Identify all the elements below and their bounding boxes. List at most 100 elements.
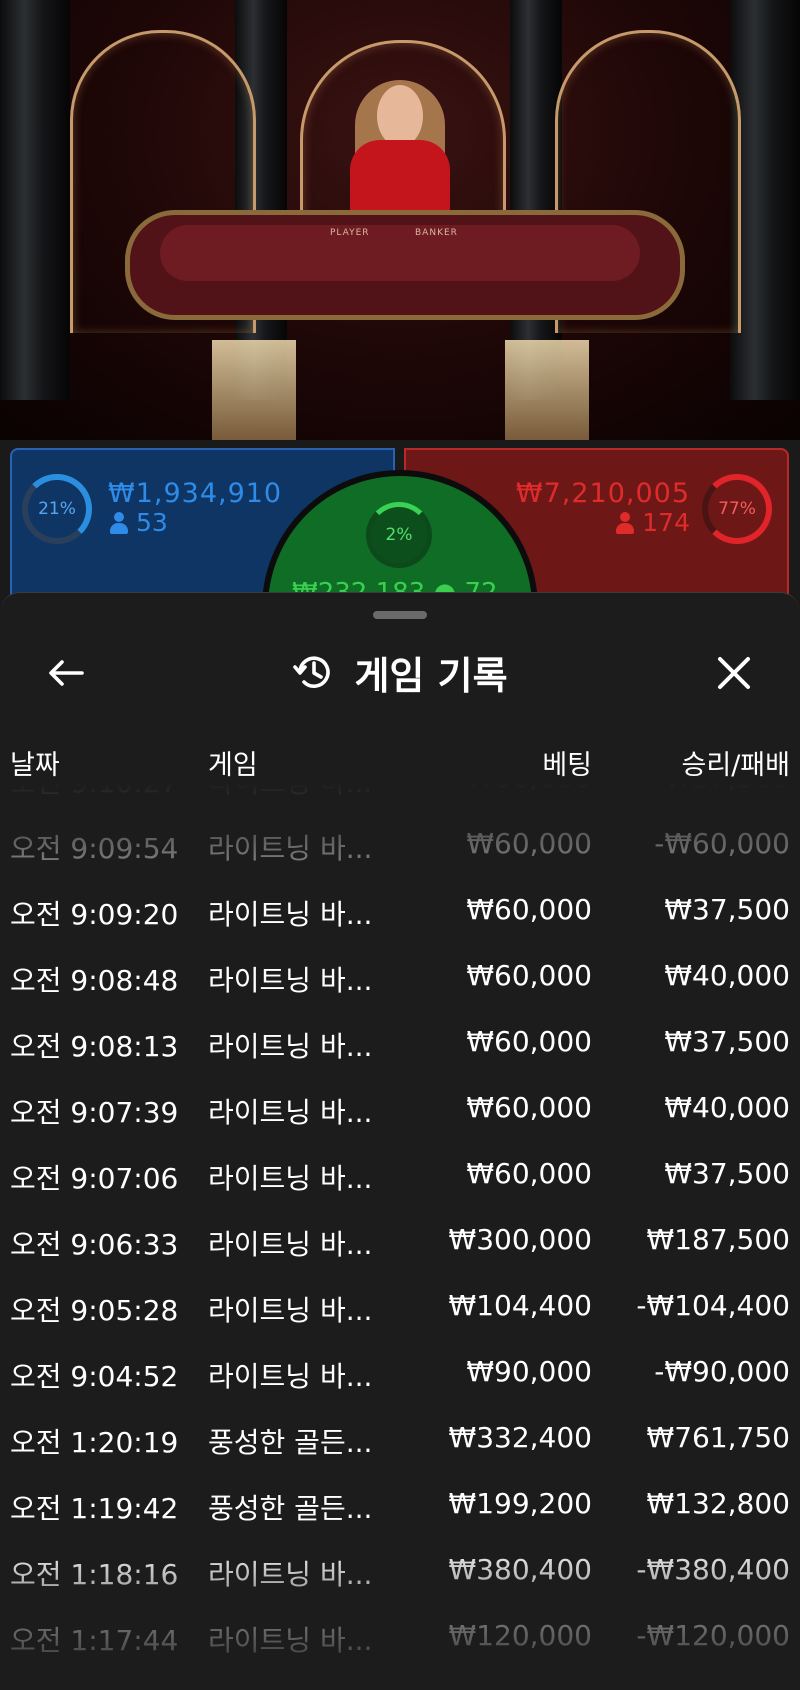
- row-date: 오전 1:19:42: [10, 1492, 179, 1525]
- row-bet: ₩90,000: [466, 1355, 592, 1388]
- column-header-game: 게임: [208, 750, 258, 781]
- row-bet: ₩60,000: [466, 1025, 592, 1058]
- person-icon: [616, 511, 635, 534]
- row-result: -₩90,000: [654, 1355, 790, 1388]
- row-result: ₩132,800: [646, 1487, 790, 1520]
- row-date: 오전 9:08:13: [10, 1030, 179, 1063]
- row-game: 풍성한 골든...: [208, 1426, 373, 1459]
- row-date: 오전 9:05:28: [10, 1294, 179, 1327]
- history-row[interactable]: 오전 9:04:52 라이트닝 바... ₩90,000 -₩90,000: [0, 1341, 800, 1407]
- row-result: ₩37,500: [664, 893, 790, 926]
- row-game: 라이트닝 바...: [208, 1360, 373, 1393]
- row-date: 오전 9:06:33: [10, 1228, 179, 1261]
- history-row[interactable]: 오전 9:07:06 라이트닝 바... ₩60,000 ₩37,500: [0, 1143, 800, 1209]
- history-clock-icon: [293, 656, 331, 688]
- row-result: ₩40,000: [664, 959, 790, 992]
- row-bet: ₩120,000: [448, 1619, 592, 1652]
- row-bet: ₩380,400: [448, 1553, 592, 1586]
- pillar-left-outer: [0, 0, 70, 400]
- history-row[interactable]: 오전 9:08:13 라이트닝 바... ₩60,000 ₩37,500: [0, 1011, 800, 1077]
- banker-count-value: 174: [642, 508, 690, 537]
- column-header-bet: 베팅: [542, 750, 592, 781]
- history-row[interactable]: 오전 1:19:42 풍성한 골든... ₩199,200 ₩132,800: [0, 1473, 800, 1539]
- history-row[interactable]: 오전 9:07:39 라이트닝 바... ₩60,000 ₩40,000: [0, 1077, 800, 1143]
- banker-bettor-count: 174: [616, 508, 690, 537]
- row-game: 라이트닝 바...: [208, 1558, 373, 1591]
- row-bet: ₩60,000: [466, 827, 592, 860]
- row-date: 오전 9:08:48: [10, 964, 179, 997]
- live-dealer-video: PLAYER BANKER: [0, 0, 800, 440]
- person-icon: [110, 511, 128, 534]
- game-history-sheet: 게임 기록 날짜 게임 베팅 승리/패배 오전 9:10:27 라이트닝 바...…: [0, 592, 800, 1690]
- close-x-icon: [718, 657, 750, 689]
- row-date: 오전 9:10:27: [10, 783, 178, 801]
- row-result: ₩40,000: [664, 1091, 790, 1124]
- row-bet: ₩199,200: [448, 1487, 592, 1520]
- row-game: 라이트닝 바...: [208, 1624, 373, 1657]
- row-game: 라이트닝 바...: [208, 898, 373, 931]
- row-result: ₩187,500: [646, 1223, 790, 1256]
- table-label-player: PLAYER: [330, 228, 370, 238]
- history-row[interactable]: 오전 1:18:16 라이트닝 바... ₩380,400 -₩380,400: [0, 1539, 800, 1605]
- row-game: 라이트닝 바...: [208, 964, 373, 997]
- row-bet: ₩332,400: [448, 1421, 592, 1454]
- sheet-title: 게임 기록: [354, 653, 508, 698]
- player-count-value: 53: [136, 508, 168, 537]
- row-game: 라이트닝 바...: [208, 832, 373, 865]
- row-date: 오전 9:07:06: [10, 1162, 179, 1195]
- row-bet: ₩300,000: [448, 1223, 592, 1256]
- row-result: ₩37,500: [664, 1157, 790, 1190]
- sheet-header: 게임 기록: [0, 637, 800, 707]
- row-game: 라이트닝 바...: [208, 1294, 373, 1327]
- history-row[interactable]: 오전 9:06:33 라이트닝 바... ₩300,000 ₩187,500: [0, 1209, 800, 1275]
- history-row[interactable]: 오전 1:17:44 라이트닝 바... ₩120,000 -₩120,000: [0, 1605, 800, 1671]
- row-game: 라이트닝 바...: [208, 1096, 373, 1129]
- row-date: 오전 9:09:20: [10, 898, 179, 931]
- dealer-face: [377, 85, 423, 147]
- banker-percent-ring: 77%: [702, 474, 772, 544]
- history-list[interactable]: 오전 9:10:27라이트닝 바...₩60,000₩37,500오전 9:09…: [0, 783, 800, 1690]
- row-result: ₩37,500: [664, 1025, 790, 1058]
- row-bet: ₩60,000: [466, 959, 592, 992]
- history-row[interactable]: 오전 9:05:28 라이트닝 바... ₩104,400 -₩104,400: [0, 1275, 800, 1341]
- row-result: -₩380,400: [636, 1553, 790, 1586]
- column-header-result: 승리/패배: [681, 750, 790, 781]
- table-label-banker: BANKER: [415, 228, 458, 238]
- row-game: 풍성한 골든...: [208, 1492, 373, 1525]
- row-bet: ₩60,000: [466, 1091, 592, 1124]
- player-percent-ring: 21%: [22, 474, 92, 544]
- table-leg-left: [212, 340, 296, 440]
- history-row[interactable]: 오전 9:08:48 라이트닝 바... ₩60,000 ₩40,000: [0, 945, 800, 1011]
- row-result: -₩60,000: [654, 827, 790, 860]
- history-row[interactable]: 오전 9:09:54 라이트닝 바... ₩60,000 -₩60,000: [0, 813, 800, 879]
- player-percent: 21%: [38, 499, 76, 519]
- row-date: 오전 9:09:54: [10, 832, 179, 865]
- banker-total-amount: ₩7,210,005: [515, 478, 690, 509]
- row-game: 라이트닝 바...: [208, 1162, 373, 1195]
- close-button[interactable]: [706, 645, 762, 701]
- row-result: ₩761,750: [646, 1421, 790, 1454]
- history-row[interactable]: 오전 1:20:19 풍성한 골든... ₩332,400 ₩761,750: [0, 1407, 800, 1473]
- row-result: ₩37,500: [664, 783, 790, 794]
- row-game: 라이트닝 바...: [208, 1228, 373, 1261]
- column-header-date: 날짜: [10, 750, 60, 781]
- row-date: 오전 9:04:52: [10, 1360, 179, 1393]
- table-felt: [160, 225, 640, 281]
- table-leg-right: [505, 340, 589, 440]
- row-bet: ₩60,000: [466, 893, 592, 926]
- row-date: 오전 9:07:39: [10, 1096, 179, 1129]
- player-total-amount: ₩1,934,910: [108, 478, 283, 509]
- row-bet: ₩60,000: [466, 783, 592, 794]
- tie-percent: 2%: [385, 525, 413, 545]
- history-row[interactable]: 오전 9:10:27 라이트닝 바... ₩60,000 ₩37,500: [0, 783, 800, 813]
- row-date: 오전 1:20:19: [10, 1426, 179, 1459]
- row-game: 라이트닝 바...: [208, 1030, 373, 1063]
- row-date: 오전 1:18:16: [10, 1558, 179, 1591]
- history-row[interactable]: 오전 9:09:20 라이트닝 바... ₩60,000 ₩37,500: [0, 879, 800, 945]
- row-result: -₩120,000: [636, 1619, 790, 1652]
- row-result: -₩104,400: [636, 1289, 790, 1322]
- row-bet: ₩60,000: [466, 1157, 592, 1190]
- sheet-drag-handle[interactable]: [373, 611, 427, 619]
- row-game: 라이트닝 바...: [208, 783, 372, 801]
- banker-percent: 77%: [718, 499, 756, 519]
